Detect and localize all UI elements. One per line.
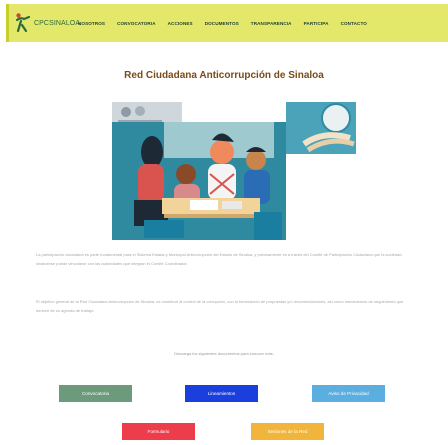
sesiones-red-button[interactable]: Sesiones de la Red bbox=[251, 423, 324, 440]
aviso-privacidad-button[interactable]: Aviso de Privacidad bbox=[312, 385, 385, 402]
logo-text: CPCSINALOA bbox=[34, 19, 81, 27]
nav-item-transparencia[interactable]: TRANSPARENCIA bbox=[251, 21, 292, 26]
downloads-note: Descarga los siguientes documentos para … bbox=[174, 351, 274, 356]
collage-photo-handshake bbox=[286, 102, 356, 154]
nav-item-nosotros[interactable]: NOSOTROS bbox=[78, 21, 105, 26]
page-title: Red Ciudadana Anticorrupción de Sinaloa bbox=[124, 70, 324, 81]
site-logo[interactable]: CPCSINALOA bbox=[14, 10, 80, 36]
top-nav-bar: CPCSINALOA NOSOTROS CONVOCATORIA ACCIONE… bbox=[0, 4, 448, 44]
lineamientos-button[interactable]: Lineamientos bbox=[185, 385, 258, 402]
nav-item-documentos[interactable]: DOCUMENTOS bbox=[205, 21, 239, 26]
formulario-button[interactable]: Formulario bbox=[122, 423, 195, 440]
nav-item-convocatoria[interactable]: CONVOCATORIA bbox=[117, 21, 156, 26]
nav-item-contacto[interactable]: CONTACTO bbox=[341, 21, 367, 26]
nav-item-acciones[interactable]: ACCIONES bbox=[168, 21, 193, 26]
nav-item-participa[interactable]: PARTICIPA bbox=[304, 21, 329, 26]
hero-illustration bbox=[104, 100, 374, 240]
objective-paragraph: El objetivo general de la Red Ciudadana … bbox=[36, 299, 404, 313]
main-nav: NOSOTROS CONVOCATORIA ACCIONES DOCUMENTO… bbox=[78, 4, 367, 42]
collage-table bbox=[162, 198, 260, 218]
intro-paragraph: La participación ciudadana es parte fund… bbox=[36, 252, 402, 266]
convocatoria-button[interactable]: Convocatoria bbox=[59, 385, 132, 402]
cpc-logo-icon bbox=[15, 13, 31, 33]
